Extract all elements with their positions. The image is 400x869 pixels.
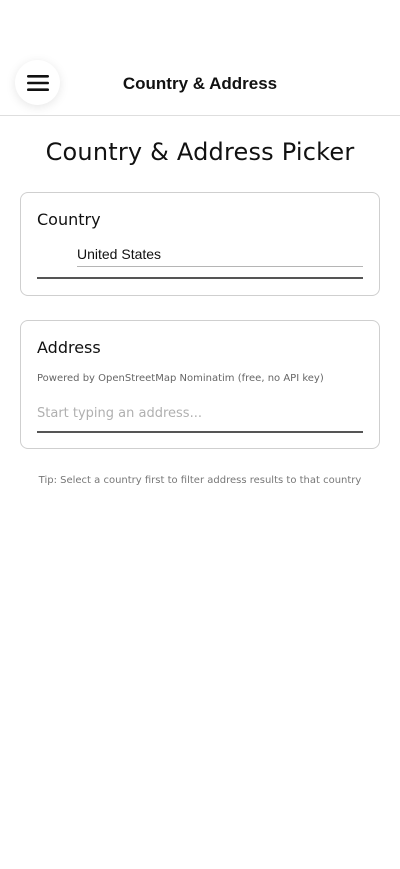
address-card: Address Powered by OpenStreetMap Nominat… [20,320,380,449]
header-title: Country & Address [122,74,278,93]
tip-text: Tip: Select a country first to filter ad… [38,475,362,486]
app-header: Country & Address [0,0,400,116]
country-label: Country [37,210,101,229]
page-title: Country & Address Picker [45,138,355,166]
address-label: Address [37,338,101,357]
country-selected-value[interactable]: United States [77,245,363,267]
powered-by-note: Powered by OpenStreetMap Nominatim (free… [37,373,324,384]
address-input[interactable] [37,395,363,433]
country-select[interactable]: United States [37,241,363,279]
country-card: Country United States [20,192,380,296]
